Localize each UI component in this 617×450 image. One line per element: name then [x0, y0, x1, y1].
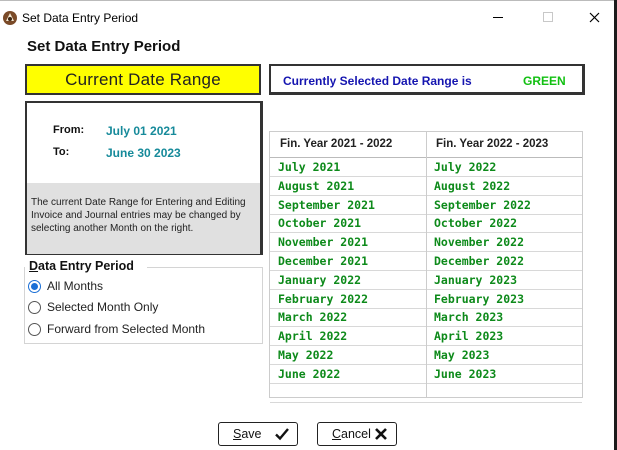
month-cell[interactable]: February 2023	[434, 292, 524, 306]
minimize-icon	[493, 16, 503, 18]
month-cell[interactable]: March 2023	[434, 310, 503, 324]
month-cell[interactable]: August 2022	[434, 179, 510, 193]
column-header[interactable]: Fin. Year 2022 - 2023	[436, 138, 548, 150]
cancel-label: ancel	[341, 427, 371, 441]
column-header[interactable]: Fin. Year 2021 - 2022	[280, 138, 392, 150]
radio-label: Forward from Selected Month	[47, 322, 206, 336]
group-border-top	[147, 267, 263, 268]
month-cell[interactable]: October 2022	[434, 216, 517, 230]
radio-forward-from-selected[interactable]: Forward from Selected Month	[28, 321, 205, 337]
month-cell[interactable]: January 2022	[278, 273, 361, 287]
from-value: July 01 2021	[106, 124, 177, 138]
month-cell[interactable]: June 2022	[278, 367, 340, 381]
month-cell[interactable]: October 2021	[278, 216, 361, 230]
to-label: To:	[53, 146, 70, 158]
current-range-panel: From: July 01 2021 To: June 30 2023 The …	[25, 101, 263, 255]
radio-button[interactable]	[28, 300, 41, 314]
x-icon	[375, 428, 387, 440]
current-date-range-banner: Current Date Range	[25, 64, 261, 95]
radio-selected-month-only[interactable]: Selected Month Only	[28, 299, 158, 315]
save-button[interactable]: Save	[218, 422, 298, 446]
radio-button[interactable]	[28, 322, 41, 336]
month-cell[interactable]: April 2023	[434, 329, 503, 343]
months-table[interactable]: Fin. Year 2021 - 2022 Fin. Year 2022 - 2…	[269, 131, 583, 403]
month-cell[interactable]: June 2023	[434, 367, 496, 381]
maximize-button[interactable]	[528, 5, 568, 29]
month-cell[interactable]: May 2023	[434, 348, 489, 362]
close-button[interactable]	[574, 5, 614, 29]
title-bar[interactable]: Set Data Entry Period	[0, 1, 614, 33]
selected-range-color: GREEN	[523, 74, 566, 88]
data-entry-period-legend: Data Entry Period	[29, 259, 136, 273]
radio-label: All Months	[47, 279, 104, 293]
legend-text: ata Entry Period	[38, 259, 134, 273]
dialog-window: Set Data Entry Period Set Data Entry Per…	[0, 0, 614, 450]
month-cell[interactable]: February 2022	[278, 292, 368, 306]
app-logo-icon	[2, 10, 18, 26]
save-accelerator: S	[233, 427, 242, 441]
month-cell[interactable]: May 2022	[278, 348, 333, 362]
month-cell[interactable]: July 2021	[278, 160, 340, 174]
checkmark-icon	[275, 428, 289, 441]
window-title: Set Data Entry Period	[22, 11, 139, 25]
minimize-button[interactable]	[478, 5, 518, 29]
cancel-accelerator: C	[332, 427, 342, 441]
range-note: The current Date Range for Entering and …	[27, 183, 260, 254]
radio-all-months[interactable]: All Months	[28, 278, 103, 294]
to-value: June 30 2023	[106, 146, 181, 160]
radio-button-selected[interactable]	[28, 279, 41, 293]
selected-range-banner: Currently Selected Date Range is GREEN	[269, 64, 585, 95]
month-cell[interactable]: July 2022	[434, 160, 496, 174]
close-icon	[589, 12, 599, 22]
month-cell[interactable]: April 2022	[278, 329, 347, 343]
month-cell[interactable]: December 2021	[278, 254, 368, 268]
month-cell[interactable]: September 2022	[434, 198, 531, 212]
month-cell[interactable]: September 2021	[278, 198, 375, 212]
current-date-range-label: Current Date Range	[65, 69, 221, 89]
cancel-button[interactable]: Cancel	[317, 422, 397, 446]
save-label: ave	[241, 427, 262, 441]
month-cell[interactable]: August 2021	[278, 179, 354, 193]
maximize-icon	[543, 12, 553, 22]
selected-range-text: Currently Selected Date Range is	[283, 74, 472, 88]
month-cell[interactable]: November 2022	[434, 235, 524, 249]
range-dates: From: July 01 2021 To: June 30 2023	[27, 103, 260, 183]
legend-accelerator: D	[29, 259, 39, 273]
from-label: From:	[53, 124, 85, 136]
radio-label: Selected Month Only	[47, 300, 159, 314]
page-title: Set Data Entry Period	[27, 38, 181, 55]
month-cell[interactable]: November 2021	[278, 235, 368, 249]
month-cell[interactable]: March 2022	[278, 310, 347, 324]
column-divider	[426, 132, 427, 397]
month-cell[interactable]: January 2023	[434, 273, 517, 287]
month-cell[interactable]: December 2022	[434, 254, 524, 268]
